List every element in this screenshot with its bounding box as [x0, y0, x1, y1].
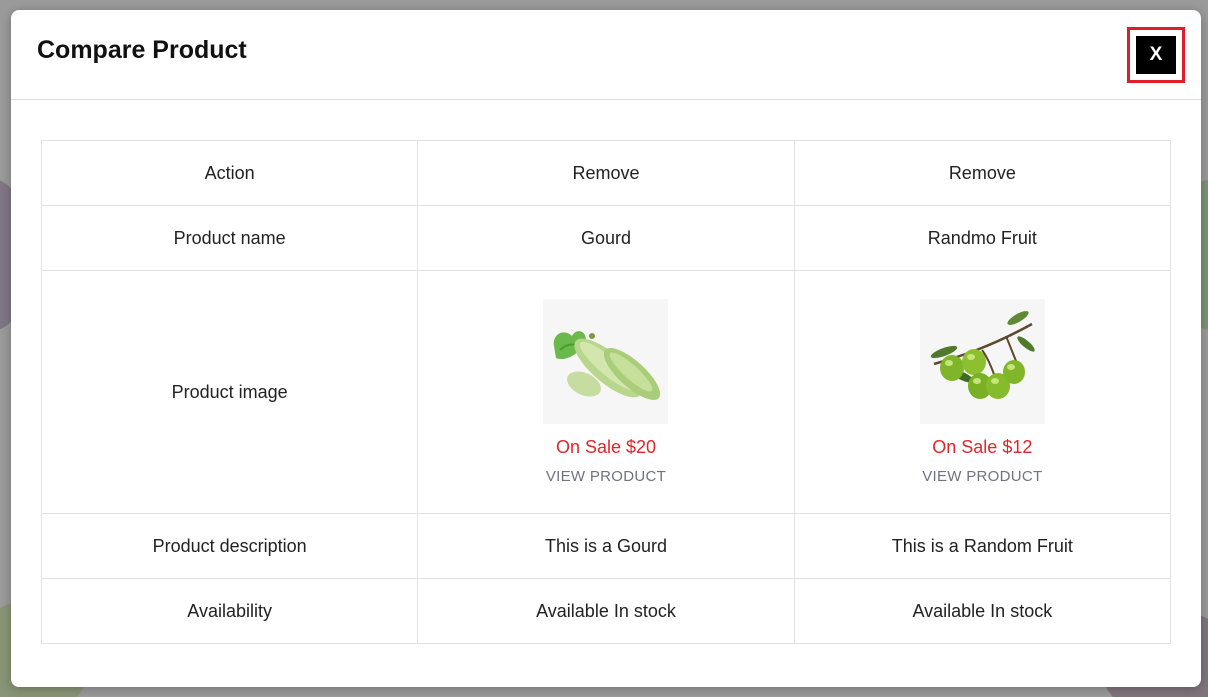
- row-label-availability: Availability: [40, 578, 419, 644]
- table-row-name: Product name Gourd Randmo Fruit: [40, 205, 1172, 271]
- table-cell: Remove: [793, 140, 1172, 206]
- product-name: Randmo Fruit: [793, 205, 1172, 271]
- olive-icon: [931, 311, 1036, 399]
- product-availability: Available In stock: [793, 578, 1172, 644]
- product-name: Gourd: [417, 205, 795, 271]
- view-product-link[interactable]: VIEW PRODUCT: [922, 468, 1042, 485]
- product-image[interactable]: [919, 298, 1045, 424]
- modal-title: Compare Product: [37, 36, 247, 64]
- table-cell: On Sale $12 VIEW PRODUCT: [793, 270, 1172, 514]
- view-product-link[interactable]: VIEW PRODUCT: [546, 468, 666, 485]
- table-row-availability: Availability Available In stock Availabl…: [40, 578, 1172, 644]
- gourd-icon: [553, 331, 661, 400]
- table-row-action: Action Remove Remove: [40, 140, 1172, 206]
- remove-link[interactable]: Remove: [949, 163, 1016, 183]
- table-row-description: Product description This is a Gourd This…: [40, 513, 1172, 579]
- row-label-description: Product description: [40, 513, 419, 579]
- compare-table: Action Remove Remove Product name Gourd …: [40, 140, 1172, 644]
- row-label-action: Action: [40, 140, 419, 206]
- product-price: On Sale $20: [555, 436, 657, 457]
- product-price: On Sale $12: [932, 436, 1033, 457]
- modal-header: Compare Product X: [11, 10, 1201, 100]
- product-description: This is a Gourd: [417, 513, 795, 579]
- compare-product-modal: Compare Product X Action Remove Remove P…: [11, 10, 1201, 687]
- close-button-focus-ring: X: [1127, 27, 1185, 83]
- product-description: This is a Random Fruit: [793, 513, 1172, 579]
- remove-link[interactable]: Remove: [572, 163, 639, 183]
- table-cell: Remove: [417, 140, 795, 206]
- table-cell: On Sale $20 VIEW PRODUCT: [417, 270, 795, 514]
- close-button[interactable]: X: [1136, 36, 1176, 74]
- table-row-image: Product image On Sale $20 VIEW PRODUCT O…: [40, 270, 1172, 514]
- row-label-name: Product name: [40, 205, 419, 271]
- product-image[interactable]: [543, 298, 669, 424]
- product-availability: Available In stock: [417, 578, 795, 644]
- row-label-image: Product image: [40, 270, 419, 514]
